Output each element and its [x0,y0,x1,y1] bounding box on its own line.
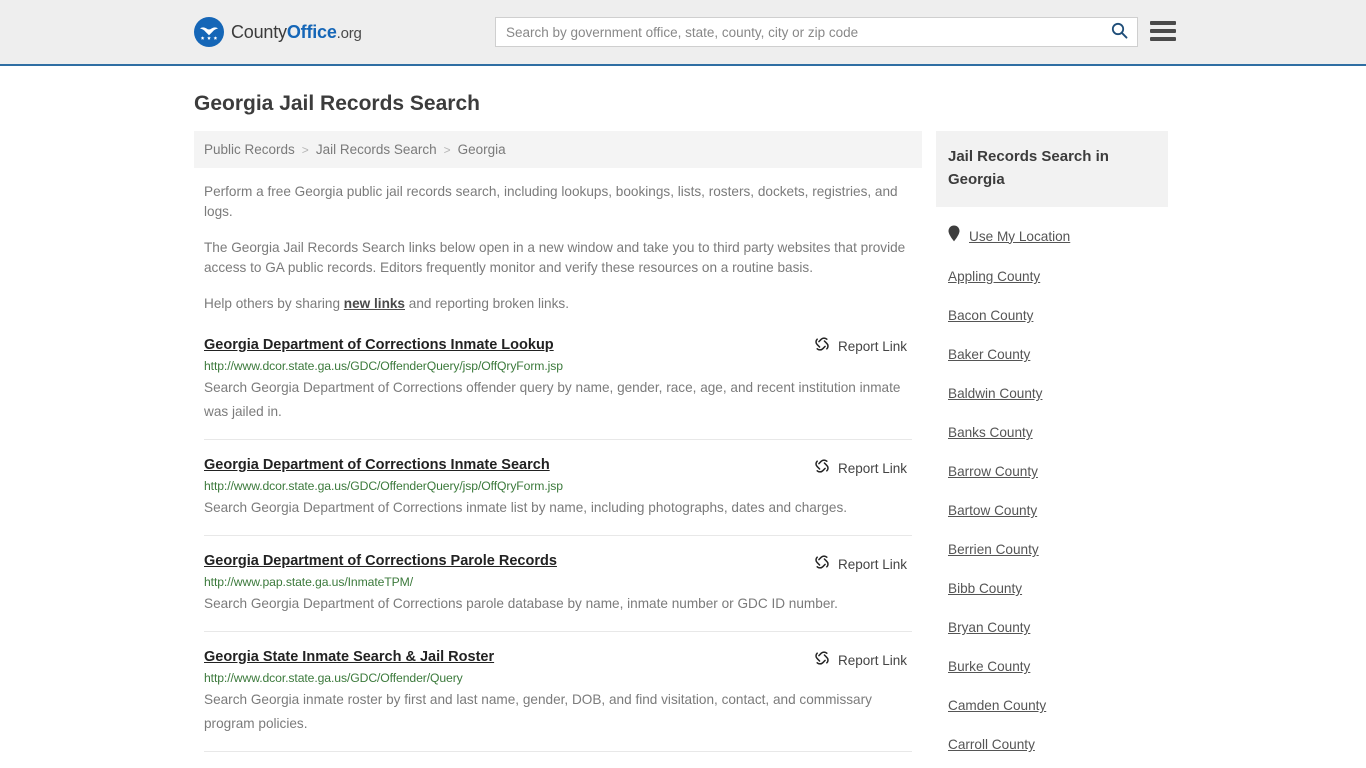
sidebar-item-baldwin-county[interactable]: Baldwin County [948,386,1042,401]
county-list: Appling County Bacon County Baker County… [936,268,1168,768]
list-item: Carroll County [948,736,1168,754]
report-link-label: Report Link [837,461,907,476]
list-item: Bartow County [948,502,1168,520]
result-title-link[interactable]: Georgia Department of Corrections Inmate… [204,337,554,353]
hamburger-bar [1150,37,1176,41]
search-bar[interactable] [495,17,1138,47]
sidebar-item-bibb-county[interactable]: Bibb County [948,581,1022,596]
report-link-button[interactable]: Report Link [814,458,907,479]
content-row: Public Records > Jail Records Search > G… [0,131,1366,768]
intro-paragraph-2: The Georgia Jail Records Search links be… [204,240,906,275]
logo-text-part3: .org [336,24,362,42]
logo-text-part2: Office [286,21,337,42]
page-title: Georgia Jail Records Search [194,92,480,115]
breadcrumb: Public Records > Jail Records Search > G… [194,131,922,168]
sidebar-item-carroll-county[interactable]: Carroll County [948,737,1035,752]
result-description: Search Georgia Department of Corrections… [204,596,838,611]
result-item: Georgia State Inmate Search & Jail Roste… [204,648,912,752]
list-item: Appling County [948,268,1168,286]
hamburger-bar [1150,21,1176,25]
breadcrumb-separator: > [301,142,309,157]
search-icon [1111,22,1128,42]
result-title-link[interactable]: Georgia State Inmate Search & Jail Roste… [204,649,494,665]
result-url[interactable]: http://www.dcor.state.ga.us/GDC/Offender… [204,359,912,373]
sidebar-item-barrow-county[interactable]: Barrow County [948,464,1038,479]
logo-text-part1: County [231,21,287,42]
breadcrumb-item-jail-records-search[interactable]: Jail Records Search [316,142,437,157]
result-title-link[interactable]: Georgia Department of Corrections Inmate… [204,457,550,473]
sidebar-item-burke-county[interactable]: Burke County [948,659,1030,674]
page-body: Georgia Jail Records Search Public Recor… [0,92,1366,768]
intro-p3-after: and reporting broken links. [405,296,569,311]
result-item: Georgia Department of Corrections Inmate… [204,334,912,440]
search-button[interactable] [1101,18,1137,46]
report-link-label: Report Link [837,653,907,668]
list-item: Bryan County [948,619,1168,637]
sidebar-heading: Jail Records Search in Georgia [936,131,1168,207]
list-item: Barrow County [948,463,1168,481]
list-item: Bibb County [948,580,1168,598]
broken-link-icon [814,336,830,357]
main-column: Public Records > Jail Records Search > G… [194,131,922,768]
intro-text: Perform a free Georgia public jail recor… [194,182,922,314]
hamburger-menu-icon[interactable] [1150,21,1176,41]
sidebar-item-camden-county[interactable]: Camden County [948,698,1046,713]
use-my-location-label: Use My Location [969,228,1071,244]
list-item: Banks County [948,424,1168,442]
report-link-label: Report Link [837,557,907,572]
report-link-button[interactable]: Report Link [814,650,907,671]
report-link-label: Report Link [837,339,907,354]
use-my-location-button[interactable]: Use My Location [936,207,1168,247]
result-item: Georgia Department of Corrections Inmate… [204,456,912,536]
site-header: CountyOffice.org [0,0,1366,66]
result-description: Search Georgia inmate roster by first an… [204,692,872,731]
site-logo-text: CountyOffice.org [231,22,362,43]
site-logo[interactable]: CountyOffice.org [194,17,362,47]
intro-p3-before: Help others by sharing [204,296,344,311]
sidebar-item-appling-county[interactable]: Appling County [948,269,1040,284]
new-links-link[interactable]: new links [344,296,405,311]
breadcrumb-item-georgia: Georgia [457,142,506,157]
sidebar-item-bryan-county[interactable]: Bryan County [948,620,1030,635]
breadcrumb-item-public-records[interactable]: Public Records [204,142,295,157]
results-list: Georgia Department of Corrections Inmate… [194,334,922,752]
sidebar-item-bartow-county[interactable]: Bartow County [948,503,1037,518]
result-item: Georgia Department of Corrections Parole… [204,552,912,632]
list-item: Baker County [948,346,1168,364]
result-url[interactable]: http://www.dcor.state.ga.us/GDC/Offender… [204,479,912,493]
map-pin-icon [948,225,960,247]
broken-link-icon [814,554,830,575]
broken-link-icon [814,458,830,479]
result-title-link[interactable]: Georgia Department of Corrections Parole… [204,553,557,569]
sidebar: Jail Records Search in Georgia Use My Lo… [936,131,1168,768]
list-item: Berrien County [948,541,1168,559]
eagle-seal-icon [194,17,224,47]
breadcrumb-separator: > [443,142,451,157]
report-link-button[interactable]: Report Link [814,554,907,575]
intro-paragraph-3: Help others by sharing new links and rep… [204,294,912,314]
sidebar-item-baker-county[interactable]: Baker County [948,347,1030,362]
result-url[interactable]: http://www.pap.state.ga.us/InmateTPM/ [204,575,912,589]
report-link-button[interactable]: Report Link [814,336,907,357]
hamburger-bar [1150,29,1176,33]
result-description: Search Georgia Department of Corrections… [204,500,848,515]
broken-link-icon [814,650,830,671]
sidebar-item-berrien-county[interactable]: Berrien County [948,542,1039,557]
result-description: Search Georgia Department of Corrections… [204,380,901,419]
search-input[interactable] [496,18,1101,46]
sidebar-item-banks-county[interactable]: Banks County [948,425,1033,440]
result-url[interactable]: http://www.dcor.state.ga.us/GDC/Offender… [204,671,912,685]
list-item: Bacon County [948,307,1168,325]
list-item: Camden County [948,697,1168,715]
intro-paragraph-1: Perform a free Georgia public jail recor… [204,184,898,219]
list-item: Baldwin County [948,385,1168,403]
sidebar-item-bacon-county[interactable]: Bacon County [948,308,1033,323]
list-item: Burke County [948,658,1168,676]
